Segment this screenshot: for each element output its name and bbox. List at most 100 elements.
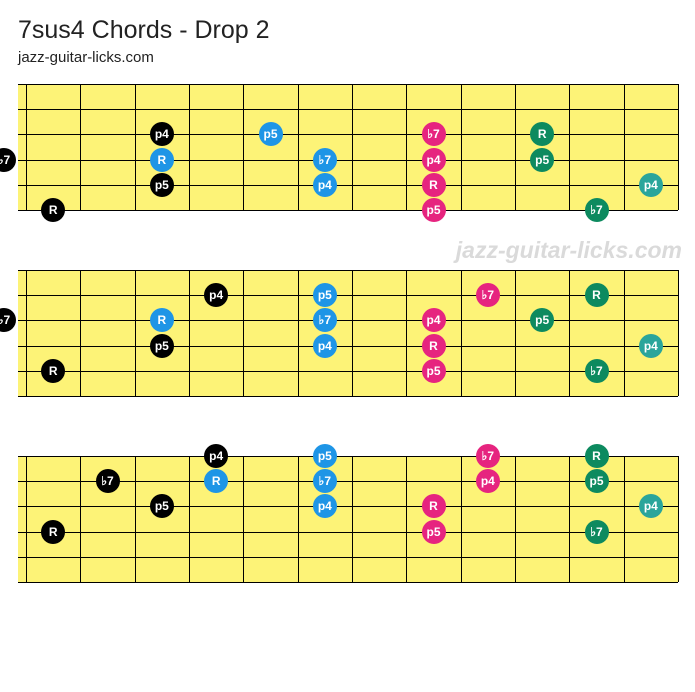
note-label: p4 xyxy=(318,499,332,513)
string-line xyxy=(18,396,678,397)
fret-line xyxy=(243,84,244,210)
note-label: R xyxy=(538,127,547,141)
watermark: jazz-guitar-licks.com xyxy=(456,237,682,264)
fret-line xyxy=(298,270,299,396)
note-label: p4 xyxy=(644,499,658,513)
note-label: p5 xyxy=(155,178,169,192)
note-label: p5 xyxy=(426,525,440,539)
fretboard-diagram: p4♭7Rp5Rp5♭7p4♭7p4Rp5Rp5p4♭7jazz-guitar-… xyxy=(18,84,678,210)
note-label: p4 xyxy=(318,178,332,192)
fret-line xyxy=(624,456,625,582)
note-dot: R xyxy=(422,334,446,358)
note-dot: ♭7 xyxy=(313,469,337,493)
note-label: R xyxy=(592,288,601,302)
note-dot: p5 xyxy=(585,469,609,493)
note-label: R xyxy=(49,203,58,217)
note-dot: R xyxy=(150,148,174,172)
note-label: p5 xyxy=(426,203,440,217)
note-dot: ♭7 xyxy=(585,198,609,222)
note-label: R xyxy=(429,499,438,513)
fret-line xyxy=(189,270,190,396)
note-label: ♭7 xyxy=(319,474,331,488)
fret-line xyxy=(298,84,299,210)
fret-line xyxy=(406,270,407,396)
note-label: p5 xyxy=(318,288,332,302)
fretboard-diagram: p4♭7Rp5Rp5♭7p4♭7p4Rp5Rp5p4♭7 xyxy=(18,456,678,582)
note-label: p5 xyxy=(535,153,549,167)
note-dot: p5 xyxy=(530,148,554,172)
note-label: R xyxy=(49,364,58,378)
note-dot: ♭7 xyxy=(313,308,337,332)
note-dot: p5 xyxy=(150,494,174,518)
note-label: ♭7 xyxy=(0,313,10,327)
note-dot: p5 xyxy=(313,283,337,307)
note-dot: R xyxy=(422,494,446,518)
fret-line xyxy=(80,84,81,210)
string-line xyxy=(18,557,678,558)
note-dot: ♭7 xyxy=(585,520,609,544)
note-label: R xyxy=(429,178,438,192)
note-label: R xyxy=(429,339,438,353)
fret-line xyxy=(678,270,679,396)
note-dot: ♭7 xyxy=(476,283,500,307)
note-dot: p4 xyxy=(150,122,174,146)
fretboard-diagram: p4♭7Rp5Rp5♭7p4♭7p4Rp5Rp5p4♭7 xyxy=(18,270,678,396)
string-line xyxy=(18,532,678,533)
note-label: p5 xyxy=(535,313,549,327)
note-dot: p4 xyxy=(639,494,663,518)
note-dot: R xyxy=(422,173,446,197)
note-dot: p5 xyxy=(530,308,554,332)
note-dot: ♭7 xyxy=(0,148,16,172)
string-line xyxy=(18,210,678,211)
note-label: R xyxy=(212,474,221,488)
fret-line xyxy=(298,456,299,582)
note-label: ♭7 xyxy=(101,474,113,488)
fret-line xyxy=(515,84,516,210)
string-line xyxy=(18,346,678,347)
note-label: ♭7 xyxy=(319,313,331,327)
string-line xyxy=(18,506,678,507)
note-label: p4 xyxy=(426,153,440,167)
fret-line xyxy=(352,84,353,210)
note-dot: p4 xyxy=(313,173,337,197)
fret-line xyxy=(189,456,190,582)
fret-line xyxy=(189,84,190,210)
string-line xyxy=(18,371,678,372)
string-line xyxy=(18,185,678,186)
note-dot: p4 xyxy=(422,148,446,172)
note-dot: ♭7 xyxy=(96,469,120,493)
note-dot: ♭7 xyxy=(422,122,446,146)
note-dot: p5 xyxy=(259,122,283,146)
note-dot: p5 xyxy=(313,444,337,468)
string-line xyxy=(18,270,678,271)
note-dot: p4 xyxy=(204,444,228,468)
note-dot: R xyxy=(150,308,174,332)
fret-line xyxy=(26,270,27,396)
note-label: ♭7 xyxy=(482,449,494,463)
note-dot: ♭7 xyxy=(585,359,609,383)
page-title: 7sus4 Chords - Drop 2 xyxy=(18,16,677,45)
fret-line xyxy=(515,456,516,582)
string-line xyxy=(18,295,678,296)
note-label: ♭7 xyxy=(0,153,10,167)
fret-line xyxy=(515,270,516,396)
note-dot: R xyxy=(41,359,65,383)
note-dot: p4 xyxy=(313,494,337,518)
note-label: ♭7 xyxy=(590,203,602,217)
note-dot: p5 xyxy=(150,173,174,197)
note-label: R xyxy=(49,525,58,539)
string-line xyxy=(18,320,678,321)
note-label: p4 xyxy=(209,288,223,302)
fret-line xyxy=(461,456,462,582)
fret-line xyxy=(26,456,27,582)
note-label: p5 xyxy=(426,364,440,378)
note-dot: R xyxy=(204,469,228,493)
note-dot: ♭7 xyxy=(313,148,337,172)
note-label: p4 xyxy=(426,313,440,327)
fret-line xyxy=(569,456,570,582)
note-dot: R xyxy=(530,122,554,146)
note-label: R xyxy=(157,313,166,327)
note-label: p5 xyxy=(589,474,603,488)
fret-line xyxy=(569,270,570,396)
note-dot: p4 xyxy=(639,173,663,197)
